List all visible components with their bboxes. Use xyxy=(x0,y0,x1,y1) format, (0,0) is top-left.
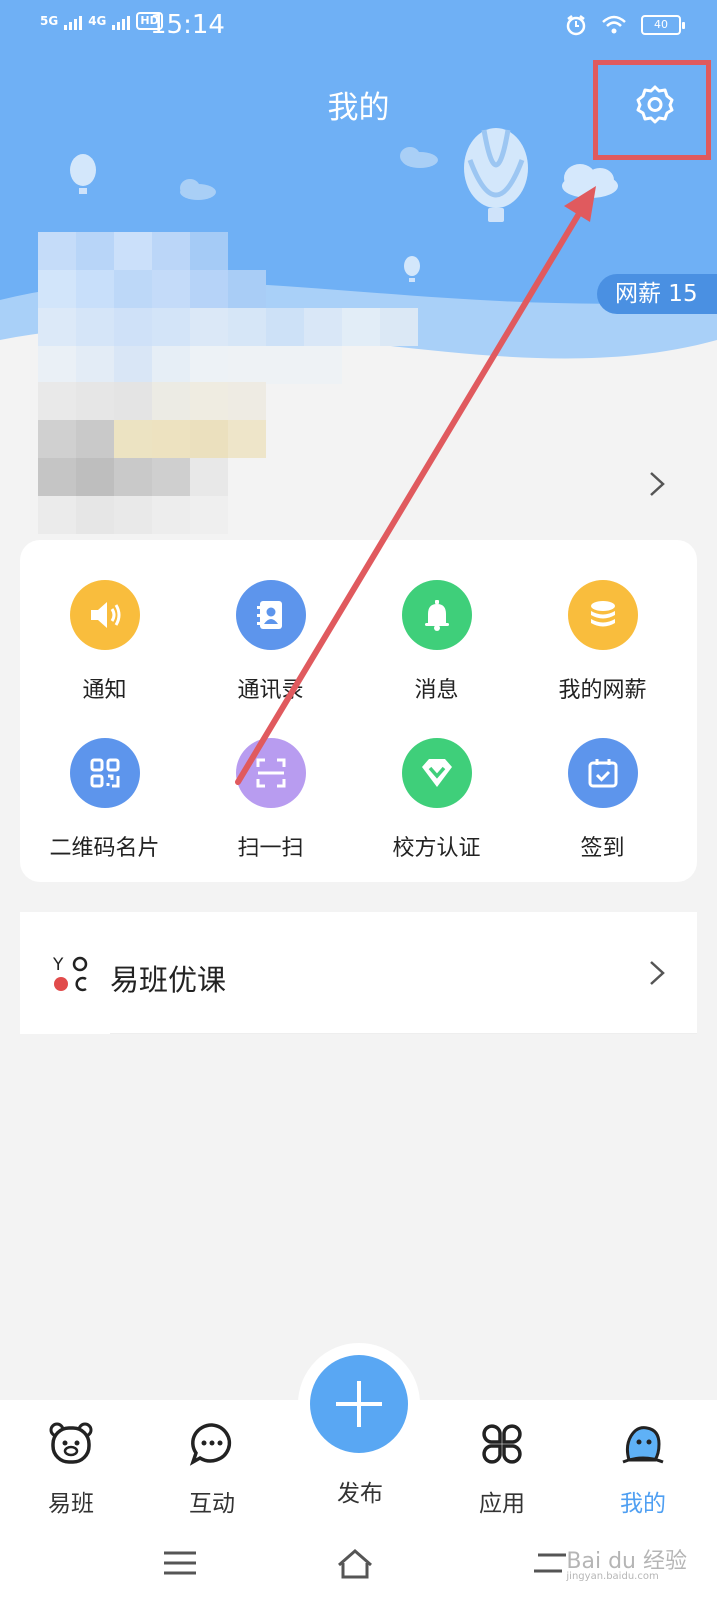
network-5g: 5G xyxy=(40,14,59,28)
settings-highlight-box xyxy=(593,60,711,160)
yooc-logo-icon: Y xyxy=(52,955,88,992)
apps-icon xyxy=(482,1424,522,1464)
grid-item-notice[interactable]: 通知 xyxy=(20,540,189,703)
nav-label: 互动 xyxy=(189,1491,235,1517)
network-4g: 4G xyxy=(88,14,107,28)
balloon-icon xyxy=(464,128,528,222)
signal-icon xyxy=(64,12,83,30)
calendar-check-icon xyxy=(568,738,638,808)
bell-icon xyxy=(402,580,472,650)
nav-item-publish[interactable]: 发布 xyxy=(305,1462,415,1508)
divider xyxy=(110,1033,697,1034)
course-entry-row[interactable]: Y 易班优课 xyxy=(20,912,697,1034)
grid-item-school-verify[interactable]: 校方认证 xyxy=(352,698,521,861)
nav-label: 发布 xyxy=(337,1481,383,1507)
wifi-icon xyxy=(602,15,626,34)
battery-icon: 40 xyxy=(641,15,685,35)
back-icon[interactable] xyxy=(530,1543,570,1583)
coins-icon xyxy=(568,580,638,650)
badge-icon xyxy=(402,738,472,808)
alarm-icon xyxy=(566,15,586,36)
publish-button[interactable] xyxy=(310,1355,408,1453)
avatar-pixelated xyxy=(38,232,418,384)
grid-item-my-salary[interactable]: 我的网薪 xyxy=(518,540,687,703)
speaker-icon xyxy=(70,580,140,650)
nav-item-yiban[interactable]: 易班 xyxy=(16,1420,126,1518)
profile-icon xyxy=(622,1426,664,1464)
nav-item-apps[interactable]: 应用 xyxy=(447,1420,557,1518)
avatar[interactable] xyxy=(38,232,418,534)
course-label: 易班优课 xyxy=(110,963,227,997)
signal-icon xyxy=(112,12,131,30)
menu-icon[interactable] xyxy=(160,1543,200,1583)
grid-item-messages[interactable]: 消息 xyxy=(352,540,521,703)
home-icon[interactable] xyxy=(335,1543,375,1583)
salary-chip[interactable]: 网薪 15 xyxy=(597,274,717,314)
clock-time: 15:14 xyxy=(150,10,225,40)
chat-icon xyxy=(189,1423,232,1466)
nav-item-interact[interactable]: 互动 xyxy=(157,1420,267,1518)
grid-item-label: 扫一扫 xyxy=(237,836,304,861)
grid-item-contacts[interactable]: 通讯录 xyxy=(186,540,355,703)
contacts-icon xyxy=(236,580,306,650)
grid-item-qrcode-card[interactable]: 二维码名片 xyxy=(20,698,189,861)
grid-item-scan[interactable]: 扫一扫 xyxy=(186,698,355,861)
svg-text:Y: Y xyxy=(52,955,64,975)
username-pixelated xyxy=(38,382,266,534)
grid-item-label: 签到 xyxy=(580,836,625,861)
bear-icon xyxy=(49,1422,93,1464)
scan-icon xyxy=(236,738,306,808)
status-bar: 5G 4G HD 15:14 40 xyxy=(0,0,717,56)
quick-actions-card: 通知 通讯录 消息 我的网薪 二维码名片 扫一扫 校方认证 签到 xyxy=(20,540,697,882)
grid-item-checkin[interactable]: 签到 xyxy=(518,698,687,861)
grid-item-label: 校方认证 xyxy=(392,836,481,861)
nav-label: 应用 xyxy=(479,1491,525,1517)
chevron-right-icon[interactable] xyxy=(648,470,666,498)
watermark: Bai du 经验 jingyan.baidu.com xyxy=(566,1543,687,1582)
publish-button-wrap xyxy=(298,1343,420,1465)
chevron-right-icon xyxy=(650,961,665,985)
nav-label-active: 我的 xyxy=(620,1491,666,1517)
grid-item-label: 二维码名片 xyxy=(49,836,160,861)
nav-item-mine[interactable]: 我的 xyxy=(588,1420,698,1518)
nav-label: 易班 xyxy=(48,1491,94,1517)
plus-icon xyxy=(336,1381,382,1427)
qrcode-icon xyxy=(70,738,140,808)
